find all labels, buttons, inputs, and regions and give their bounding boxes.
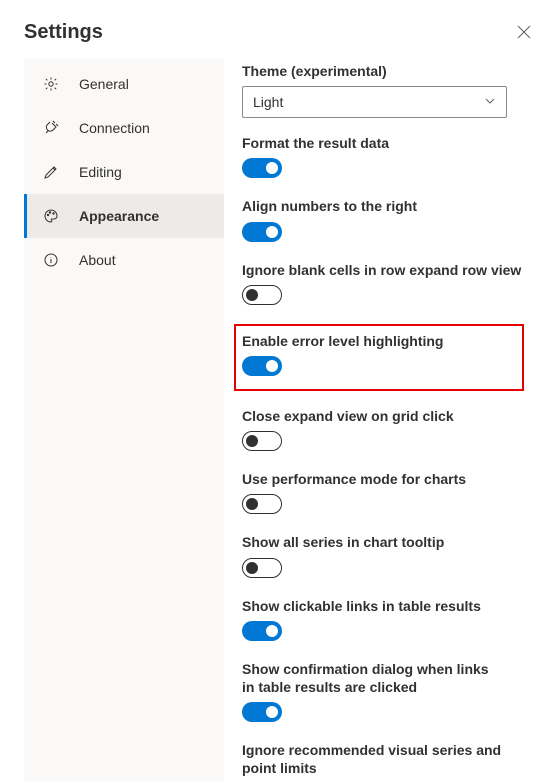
sidebar-item-label: Appearance: [79, 208, 159, 224]
ignore-blank-label: Ignore blank cells in row expand row vie…: [242, 261, 536, 279]
theme-value: Light: [253, 94, 283, 110]
setting-ignore-blank: Ignore blank cells in row expand row vie…: [242, 261, 536, 308]
setting-clickable-links: Show clickable links in table results: [242, 597, 536, 644]
sidebar-item-connection[interactable]: Connection: [24, 106, 224, 150]
plug-icon: [43, 120, 79, 136]
ignore-limits-label: Ignore recommended visual series and poi…: [242, 741, 522, 777]
toggle-knob: [266, 625, 278, 637]
error-highlight-label: Enable error level highlighting: [242, 332, 516, 350]
setting-confirm-links: Show confirmation dialog when links in t…: [242, 660, 536, 725]
perf-mode-toggle[interactable]: [242, 494, 282, 514]
settings-content: Theme (experimental) Light Format the re…: [224, 58, 536, 781]
toggle-knob: [266, 162, 278, 174]
sidebar-item-label: General: [79, 76, 129, 92]
sidebar-item-editing[interactable]: Editing: [24, 150, 224, 194]
error-highlight-toggle[interactable]: [242, 356, 282, 376]
panel-title: Settings: [24, 21, 103, 44]
clickable-links-label: Show clickable links in table results: [242, 597, 536, 615]
toggle-knob: [246, 289, 258, 301]
perf-mode-label: Use performance mode for charts: [242, 470, 536, 488]
panel-body: General Connection Editing Appearance: [24, 58, 536, 781]
align-numbers-toggle[interactable]: [242, 222, 282, 242]
ignore-blank-toggle[interactable]: [242, 285, 282, 305]
panel-header: Settings: [24, 20, 536, 44]
confirm-links-toggle[interactable]: [242, 702, 282, 722]
setting-error-highlight: Enable error level highlighting: [242, 332, 516, 379]
toggle-knob: [266, 226, 278, 238]
sidebar-item-label: About: [79, 252, 116, 268]
palette-icon: [43, 208, 79, 224]
toggle-knob: [246, 498, 258, 510]
confirm-links-label: Show confirmation dialog when links in t…: [242, 660, 502, 696]
info-icon: [43, 252, 79, 268]
setting-align-numbers: Align numbers to the right: [242, 197, 536, 244]
setting-ignore-limits: Ignore recommended visual series and poi…: [242, 741, 536, 781]
sidebar-item-about[interactable]: About: [24, 238, 224, 282]
close-icon: [517, 25, 531, 39]
toggle-knob: [246, 435, 258, 447]
format-result-toggle[interactable]: [242, 158, 282, 178]
format-result-label: Format the result data: [242, 134, 536, 152]
toggle-knob: [266, 706, 278, 718]
theme-label: Theme (experimental): [242, 62, 536, 80]
setting-show-series: Show all series in chart tooltip: [242, 533, 536, 580]
theme-select[interactable]: Light: [242, 86, 507, 118]
sidebar-item-label: Editing: [79, 164, 122, 180]
align-numbers-label: Align numbers to the right: [242, 197, 536, 215]
close-expand-toggle[interactable]: [242, 431, 282, 451]
sidebar-item-general[interactable]: General: [24, 62, 224, 106]
sidebar-item-label: Connection: [79, 120, 150, 136]
sidebar-item-appearance[interactable]: Appearance: [24, 194, 224, 238]
close-expand-label: Close expand view on grid click: [242, 407, 536, 425]
chevron-down-icon: [484, 94, 496, 110]
clickable-links-toggle[interactable]: [242, 621, 282, 641]
pencil-icon: [43, 164, 79, 180]
show-series-toggle[interactable]: [242, 558, 282, 578]
setting-theme: Theme (experimental) Light: [242, 62, 536, 118]
gear-icon: [43, 76, 79, 92]
setting-perf-mode: Use performance mode for charts: [242, 470, 536, 517]
close-button[interactable]: [512, 20, 536, 44]
sidebar: General Connection Editing Appearance: [24, 58, 224, 781]
show-series-label: Show all series in chart tooltip: [242, 533, 536, 551]
highlight-box: Enable error level highlighting: [234, 324, 524, 391]
setting-format-result: Format the result data: [242, 134, 536, 181]
setting-close-expand: Close expand view on grid click: [242, 407, 536, 454]
toggle-knob: [246, 562, 258, 574]
settings-panel: Settings General Connection: [0, 0, 560, 781]
toggle-knob: [266, 360, 278, 372]
